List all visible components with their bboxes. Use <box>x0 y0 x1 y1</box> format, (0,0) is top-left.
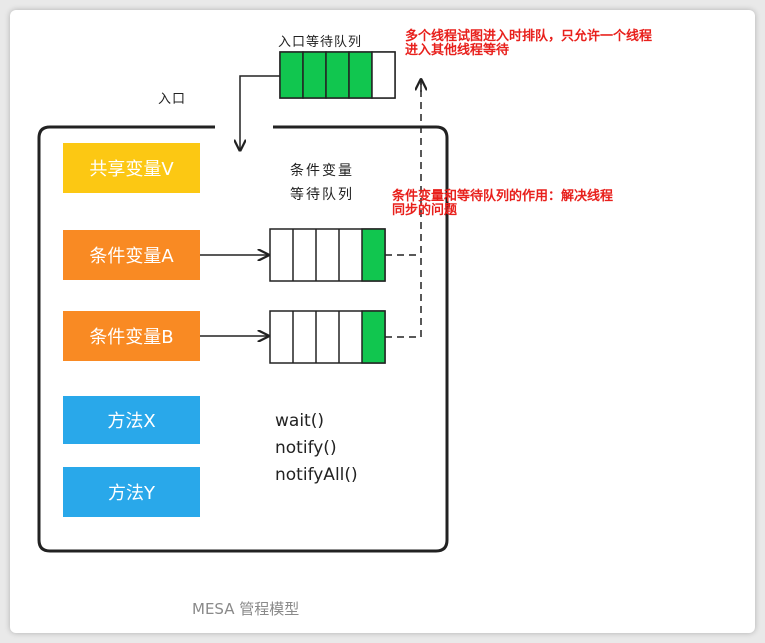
condition-b-block: 条件变量B <box>63 311 200 361</box>
note-cond-line1: 条件变量和等待队列的作用：解决线程 <box>392 189 614 204</box>
method-x-block: 方法X <box>63 396 200 444</box>
note-cond-line2: 同步的问题 <box>392 203 458 218</box>
methods-list: wait() notify() notifyAll() <box>275 408 358 489</box>
note-entry-line1: 多个线程试图进入时排队，只允许一个线程 <box>405 29 653 44</box>
method-wait: wait() <box>275 411 324 431</box>
cond-queue-label-line2: 等待队列 <box>290 187 354 203</box>
entry-queue-label: 入口等待队列 <box>278 35 363 50</box>
condition-a-block: 条件变量A <box>63 230 200 280</box>
method-notify: notify() <box>275 438 337 458</box>
entry-label: 入口 <box>158 92 187 107</box>
method-notifyall: notifyAll() <box>275 465 358 485</box>
entry-arrow <box>240 75 280 150</box>
cond-queue-a <box>269 228 386 282</box>
cond-queue-b <box>269 310 386 364</box>
cond-queue-label-line1: 条件变量 <box>290 163 354 179</box>
shared-variable-block: 共享变量V <box>63 143 200 193</box>
method-y-block: 方法Y <box>63 467 200 517</box>
note-entry-line2: 进入其他线程等待 <box>405 43 510 58</box>
entry-queue <box>279 51 396 99</box>
figure-caption: MESA 管程模型 <box>192 600 300 618</box>
